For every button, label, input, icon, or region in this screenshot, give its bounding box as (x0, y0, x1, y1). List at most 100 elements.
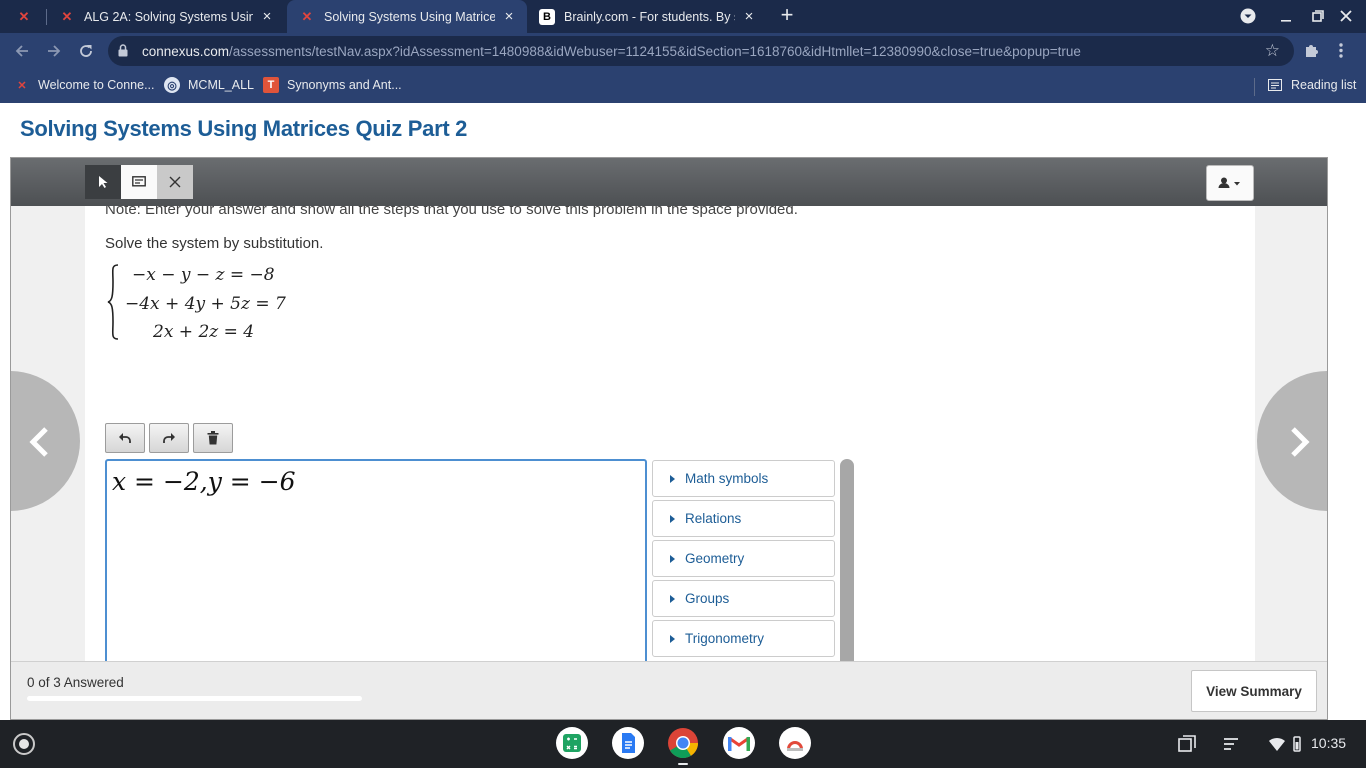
tote-icon[interactable] (1222, 735, 1240, 753)
caret-right-icon (670, 594, 675, 603)
redo-button[interactable] (149, 423, 189, 453)
address-bar[interactable]: connexus.com/assessments/testNav.aspx?id… (108, 36, 1294, 66)
url-host: connexus.com (142, 44, 230, 59)
reload-button[interactable] (74, 39, 98, 63)
tab-alg2a[interactable]: ✕ ALG 2A: Solving Systems Using Matrices… (47, 0, 285, 33)
tab-title: Solving Systems Using Matrices Quiz Part… (324, 9, 495, 24)
close-window-button[interactable] (1336, 6, 1356, 26)
answer-editor[interactable]: x = −2,y = −6 (105, 459, 647, 661)
close-icon (1340, 10, 1352, 22)
connexus-icon: ✕ (18, 8, 30, 24)
page-title: Solving Systems Using Matrices Quiz Part… (20, 116, 468, 141)
undo-button[interactable] (105, 423, 145, 453)
notes-tool-button[interactable] (121, 165, 157, 199)
wifi-icon[interactable] (1268, 735, 1286, 753)
instruction-note: Note: Enter your answer and show all the… (105, 206, 798, 218)
bookmark-label: MCML_ALL (188, 78, 254, 92)
kebab-menu-icon (1339, 43, 1343, 58)
delete-button[interactable] (193, 423, 233, 453)
tab-search-button[interactable] (1238, 6, 1258, 26)
cursor-icon (99, 176, 108, 188)
pointer-tool-button[interactable] (85, 165, 121, 199)
user-menu-button[interactable] (1206, 165, 1254, 201)
relations-item[interactable]: Relations (652, 500, 835, 537)
caret-right-icon (670, 554, 675, 563)
question-prompt: Solve the system by substitution. (105, 235, 324, 252)
bookmark-synonyms[interactable]: T Synonyms and Ant... (263, 77, 402, 93)
answered-count: 0 of 3 Answered (27, 675, 124, 690)
reading-list-button[interactable]: Reading list (1267, 77, 1356, 93)
close-tab-icon[interactable]: × (501, 8, 517, 25)
bookmark-mcml[interactable]: ◎ MCML_ALL (164, 77, 254, 93)
gmail-icon[interactable] (723, 727, 755, 759)
question-panel: Note: Enter your answer and show all the… (85, 206, 1255, 661)
equation-3: 2x + 2z = 4 (153, 322, 255, 342)
drive-icon[interactable] (779, 727, 811, 759)
extensions-button[interactable] (1303, 42, 1320, 64)
undo-icon (119, 433, 131, 443)
reading-list-icon (1267, 77, 1283, 93)
running-indicator (678, 763, 688, 765)
math-symbols-item[interactable]: Math symbols (652, 460, 835, 497)
chevron-right-icon (1291, 427, 1310, 457)
view-summary-button[interactable]: View Summary (1191, 670, 1317, 712)
back-button[interactable] (10, 39, 34, 63)
close-tab-icon[interactable]: × (741, 8, 757, 25)
category-label: Trigonometry (685, 631, 765, 646)
clock[interactable]: 10:35 (1311, 735, 1346, 751)
puzzle-icon (1306, 45, 1318, 57)
minimize-icon (1281, 20, 1291, 22)
category-label: Geometry (685, 551, 745, 566)
tab-quiz-active[interactable]: ✕ Solving Systems Using Matrices Quiz Pa… (287, 0, 527, 33)
connexus-icon: ✕ (17, 79, 27, 92)
next-question-button[interactable] (1257, 371, 1327, 511)
tab-brainly[interactable]: B Brainly.com - For students. By student… (527, 0, 767, 33)
tab-title: ALG 2A: Solving Systems Using Matrices (84, 9, 253, 24)
equation-system: −x − y − z = −8 −4x + 4y + 5z = 7 2x + 2… (105, 262, 325, 342)
bookmark-label: Welcome to Conne... (38, 78, 155, 92)
overview-icon[interactable] (1178, 735, 1196, 753)
quiz-footer: 0 of 3 Answered View Summary (11, 661, 1327, 719)
caret-right-icon (670, 514, 675, 523)
user-icon (1218, 177, 1240, 188)
quiz-frame: Note: Enter your answer and show all the… (10, 157, 1328, 720)
restore-button[interactable] (1308, 6, 1328, 26)
progress-bar (27, 696, 362, 701)
tab-pinned-connexus[interactable]: ✕ (4, 0, 46, 33)
geometry-item[interactable]: Geometry (652, 540, 835, 577)
eliminator-tool-button[interactable] (157, 165, 193, 199)
groups-item[interactable]: Groups (652, 580, 835, 617)
forward-button[interactable] (42, 39, 66, 63)
connexus-icon: ✕ (61, 8, 73, 24)
chevron-down-circle-icon (1240, 8, 1256, 24)
symbol-palette: Math symbols Relations Geometry Groups T… (652, 460, 836, 661)
palette-scrollbar[interactable] (840, 459, 854, 661)
arrow-left-icon (15, 45, 28, 57)
thesaurus-icon: T (263, 77, 279, 93)
reading-list-label: Reading list (1291, 78, 1357, 92)
bookmark-welcome[interactable]: ✕ Welcome to Conne... (14, 77, 155, 93)
close-tab-icon[interactable]: × (259, 8, 275, 25)
minimize-button[interactable] (1276, 6, 1296, 26)
previous-question-button[interactable] (11, 371, 80, 511)
sheets-icon[interactable] (556, 727, 588, 759)
lock-icon (118, 44, 128, 57)
docs-icon[interactable] (612, 727, 644, 759)
category-label: Relations (685, 511, 742, 526)
tab-title: Brainly.com - For students. By students. (564, 9, 735, 24)
battery-icon[interactable] (1291, 735, 1303, 753)
connexus-icon: ✕ (301, 8, 313, 24)
globe-icon: ◎ (164, 77, 180, 93)
menu-button[interactable] (1338, 42, 1344, 64)
answer-text[interactable]: x = −2,y = −6 (112, 467, 296, 496)
left-brace (107, 264, 119, 340)
launcher-button[interactable] (13, 733, 35, 755)
url-text[interactable]: connexus.com/assessments/testNav.aspx?id… (142, 44, 1081, 59)
caret-right-icon (670, 474, 675, 483)
bookmark-star-icon[interactable]: ☆ (1265, 41, 1280, 61)
trigonometry-item[interactable]: Trigonometry (652, 620, 835, 657)
new-tab-button[interactable]: + (777, 4, 797, 28)
chrome-icon[interactable] (667, 727, 699, 759)
cross-out-icon (169, 176, 181, 188)
chevron-left-icon (29, 427, 48, 457)
